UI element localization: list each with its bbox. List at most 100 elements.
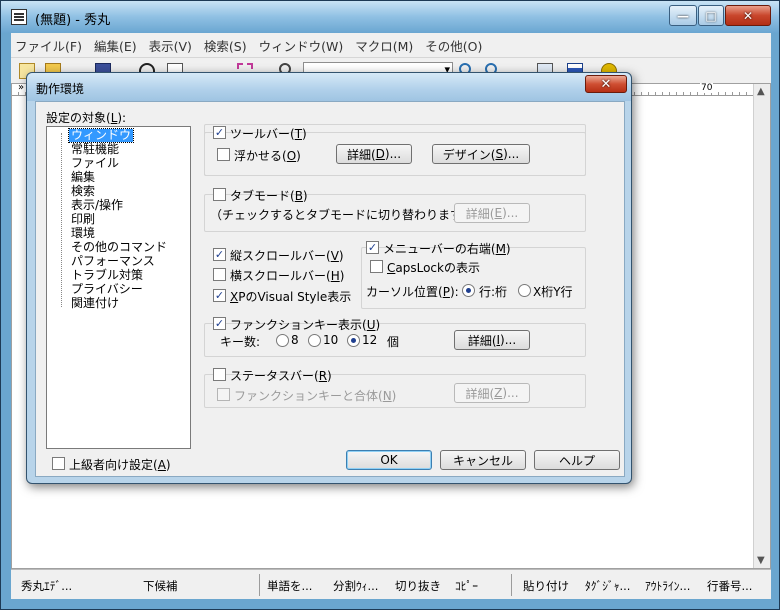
advanced-checkbox[interactable] [52, 457, 65, 470]
float-label: 浮かせる(O) [234, 149, 301, 163]
menubar-right-label: メニューバーの右端(M) [383, 242, 511, 256]
window-title: (無題) - 秀丸 [35, 13, 111, 28]
toolbar-checkbox[interactable]: ✓ [213, 126, 226, 139]
key-unit-label: 個 [387, 335, 400, 349]
fkey-detail-button[interactable]: 詳細(I)... [454, 330, 530, 350]
fkey-label: ファンクションキー表示(U) [230, 318, 381, 332]
tree-item-performance[interactable]: パフォーマンス [71, 255, 155, 268]
settings-tree[interactable]: ウィンドウ 常駐機能 ファイル 編集 検索 表示/操作 印刷 環境 その他のコマ… [46, 126, 191, 449]
tree-item-print[interactable]: 印刷 [71, 213, 95, 226]
cursor-pos-label: カーソル位置(P): [366, 285, 459, 299]
close-icon: ✕ [600, 76, 612, 92]
capslock-label: CapsLockの表示 [387, 261, 480, 275]
statusbar-checkbox[interactable] [213, 368, 226, 381]
fkey-8[interactable]: ﾀｸﾞｼﾞｬ... [585, 578, 630, 594]
title-bar[interactable]: (無題) - 秀丸 — □ ✕ [1, 1, 779, 33]
maximize-button[interactable]: □ [698, 5, 724, 26]
toolbar-detail-button[interactable]: 詳細(D)... [336, 144, 412, 164]
menu-edit[interactable]: 編集(E) [94, 36, 137, 55]
dialog-close-button[interactable]: ✕ [585, 75, 627, 93]
key-8-radio[interactable] [276, 334, 289, 347]
tabmode-note: （チェックするとタブモードに切り替わります） [210, 208, 475, 222]
tree-item-display[interactable]: 表示/操作 [71, 199, 123, 212]
x-col-radio[interactable] [518, 284, 531, 297]
tree-item-window[interactable]: ウィンドウ [67, 128, 135, 143]
xpstyle-checkbox[interactable]: ✓ [213, 289, 226, 302]
tree-item-environment[interactable]: 環境 [71, 227, 95, 240]
statusbar-label: ステータスバー(R) [230, 369, 332, 383]
statusbar-detail-button[interactable]: 詳細(Z)... [454, 383, 530, 403]
fkey-9[interactable]: ｱｳﾄﾗｲﾝ... [645, 578, 690, 594]
menu-search[interactable]: 検索(S) [204, 36, 247, 55]
toolbar-label: ツールバー(T) [230, 127, 307, 141]
key-10-label: 10 [323, 333, 339, 347]
close-button[interactable]: ✕ [725, 5, 771, 26]
tree-item-resident[interactable]: 常駐機能 [71, 143, 119, 156]
menu-bar: ファイル(F) 編集(E) 表示(V) 検索(S) ウィンドウ(W) マクロ(M… [11, 33, 771, 57]
fkey-7[interactable]: 貼り付け [523, 578, 569, 594]
fkey-4[interactable]: 分割ｳｨ... [333, 578, 378, 594]
key-8-label: 8 [291, 333, 299, 347]
dialog-title-bar[interactable]: 動作環境 ✕ [27, 73, 631, 101]
maximize-icon: □ [705, 8, 717, 23]
fkey-5[interactable]: 切り抜き [395, 578, 441, 594]
tree-item-troubleshoot[interactable]: トラブル対策 [71, 269, 143, 282]
fkey-separator [511, 574, 512, 596]
menu-macro[interactable]: マクロ(M) [355, 36, 413, 55]
tree-item-edit[interactable]: 編集 [71, 171, 95, 184]
tree-item-search[interactable]: 検索 [71, 185, 95, 198]
document-icon [11, 9, 27, 25]
key-12-label: 12 [362, 333, 378, 347]
vertical-scrollbar[interactable]: ▲ ▼ [753, 84, 770, 568]
menu-view[interactable]: 表示(V) [149, 36, 192, 55]
function-key-bar: 秀丸ｴﾃﾞ... 下候補 単語を... 分割ｳｨ... 切り抜き ｺﾋﾟｰ 貼り… [11, 569, 771, 599]
capslock-checkbox[interactable] [370, 260, 383, 273]
settings-dialog: 動作環境 ✕ 設定の対象(L): ウィンドウ 常駐機能 ファイル 編集 検索 表… [26, 72, 632, 484]
fkey-checkbox[interactable]: ✓ [213, 317, 226, 330]
hscroll-checkbox[interactable] [213, 268, 226, 281]
tree-item-association[interactable]: 関連付け [71, 297, 119, 310]
fkey-3[interactable]: 単語を... [267, 578, 312, 594]
float-checkbox[interactable] [217, 148, 230, 161]
tree-item-privacy[interactable]: プライバシー [71, 283, 143, 296]
ruler-chevron-icon: » [18, 82, 25, 93]
minimize-button[interactable]: — [669, 5, 697, 26]
cancel-button[interactable]: キャンセル [440, 450, 526, 470]
minimize-icon: — [677, 8, 689, 23]
menu-other[interactable]: その他(O) [425, 36, 482, 55]
menu-window[interactable]: ウィンドウ(W) [259, 36, 344, 55]
combine-checkbox[interactable] [217, 388, 230, 401]
fkey-2[interactable]: 下候補 [143, 578, 178, 594]
hscroll-label: 横スクロールバー(H) [230, 269, 345, 283]
help-button[interactable]: ヘルプ [534, 450, 620, 470]
row-col-radio[interactable] [462, 284, 475, 297]
scroll-down-icon[interactable]: ▼ [757, 555, 765, 566]
menu-file[interactable]: ファイル(F) [15, 36, 82, 55]
fkey-1[interactable]: 秀丸ｴﾃﾞ... [21, 578, 72, 594]
fkey-10[interactable]: 行番号... [707, 578, 752, 594]
toolbar-design-button[interactable]: デザイン(S)... [432, 144, 530, 164]
fkey-6[interactable]: ｺﾋﾟｰ [455, 578, 478, 594]
tabmode-detail-button[interactable]: 詳細(E)... [454, 203, 530, 223]
close-icon: ✕ [742, 8, 754, 23]
dialog-title: 動作環境 [36, 82, 85, 96]
fkey-separator [259, 574, 260, 596]
ok-button[interactable]: OK [346, 450, 432, 470]
combine-label: ファンクションキーと合体(N) [234, 389, 397, 403]
vscroll-label: 縦スクロールバー(V) [230, 249, 344, 263]
xpstyle-label: XPのVisual Style表示 [230, 290, 352, 304]
scroll-up-icon[interactable]: ▲ [757, 86, 765, 97]
dialog-body: 設定の対象(L): ウィンドウ 常駐機能 ファイル 編集 検索 表示/操作 印刷… [35, 101, 625, 477]
key-12-radio[interactable] [347, 334, 360, 347]
row-col-label: 行:桁 [479, 285, 508, 299]
tree-item-other-commands[interactable]: その他のコマンド [71, 241, 167, 254]
menubar-right-checkbox[interactable]: ✓ [366, 241, 379, 254]
tree-item-file[interactable]: ファイル [71, 157, 119, 170]
tree-connector [61, 133, 62, 307]
tabmode-label: タブモード(B) [230, 189, 308, 203]
key-count-label: キー数: [220, 335, 261, 349]
advanced-label: 上級者向け設定(A) [69, 458, 171, 472]
vscroll-checkbox[interactable]: ✓ [213, 248, 226, 261]
tabmode-checkbox[interactable] [213, 188, 226, 201]
key-10-radio[interactable] [308, 334, 321, 347]
